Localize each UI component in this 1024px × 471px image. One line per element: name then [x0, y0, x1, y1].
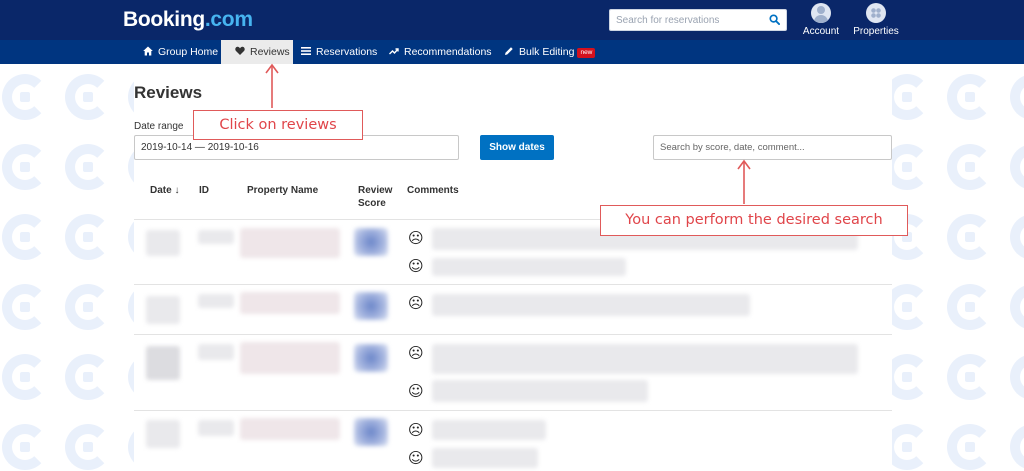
happy-face-icon: ☺ [408, 449, 424, 467]
watermark-logo-icon [2, 214, 48, 260]
show-dates-button[interactable]: Show dates [480, 135, 554, 160]
top-bar: Booking.com Account Properties [0, 0, 1024, 40]
redacted-negative-comment [432, 420, 546, 440]
sad-face-icon: ☹ [408, 294, 424, 312]
properties-icon [866, 3, 886, 23]
redacted-date [146, 346, 180, 380]
redacted-review-score [354, 228, 388, 256]
happy-face-icon: ☺ [408, 382, 424, 400]
column-header-property-name[interactable]: Property Name [247, 184, 318, 197]
new-badge: new [577, 48, 596, 58]
properties-label: Properties [853, 26, 899, 37]
review-search-input[interactable] [653, 135, 892, 160]
redacted-positive-comment [432, 258, 626, 276]
nav-label-recommendations: Recommendations [404, 46, 492, 58]
redacted-id [198, 344, 234, 360]
logo-suffix-text: .com [204, 8, 253, 31]
heart-icon [235, 46, 245, 55]
watermark-logo-icon [2, 354, 48, 400]
sad-face-icon: ☹ [408, 421, 424, 439]
redacted-date [146, 420, 180, 448]
account-menu[interactable]: Account [801, 3, 841, 37]
redacted-review-score [354, 418, 388, 446]
watermark-logo-icon [65, 424, 111, 470]
column-header-id[interactable]: ID [199, 184, 209, 197]
redacted-positive-comment [432, 448, 538, 468]
watermark-logo-icon [1010, 424, 1024, 470]
trend-icon [389, 48, 399, 55]
watermark-logo-icon [947, 74, 993, 120]
nav-label-reservations: Reservations [316, 46, 378, 58]
column-header-date[interactable]: Date ↓ [150, 184, 179, 197]
reviews-arrow-icon [265, 63, 279, 108]
account-label: Account [802, 26, 840, 37]
redacted-property-name [240, 228, 340, 258]
nav-item-group-home[interactable]: Group Home [129, 40, 221, 64]
search-callout: You can perform the desired search [600, 205, 908, 236]
redacted-date [146, 230, 180, 256]
redacted-negative-comment [432, 344, 858, 374]
booking-logo[interactable]: Booking.com [123, 8, 253, 32]
nav-item-reservations[interactable]: Reservations [287, 40, 381, 64]
watermark-logo-icon [1010, 354, 1024, 400]
nav-label-bulk-editing: Bulk Editing [519, 46, 575, 58]
watermark-logo-icon [2, 74, 48, 120]
redacted-date [146, 296, 180, 324]
pencil-icon [505, 47, 513, 55]
watermark-logo-icon [65, 144, 111, 190]
home-icon [143, 46, 153, 56]
watermark-logo-icon [2, 144, 48, 190]
search-icon[interactable] [769, 14, 780, 25]
nav-item-reviews[interactable]: Reviews [221, 40, 293, 64]
watermark-logo-icon [947, 354, 993, 400]
redacted-property-name [240, 292, 340, 314]
account-avatar-icon [811, 3, 831, 23]
redacted-negative-comment [432, 294, 750, 316]
reservation-search-box [609, 9, 787, 31]
page-title: Reviews [134, 83, 203, 102]
watermark-logo-icon [1010, 214, 1024, 260]
row-divider [134, 334, 892, 335]
redacted-id [198, 420, 234, 436]
sad-face-icon: ☹ [408, 229, 424, 247]
nav-label-group-home: Group Home [158, 46, 219, 58]
happy-face-icon: ☺ [408, 257, 424, 275]
watermark-logo-icon [65, 214, 111, 260]
main-nav: Group Home Reviews Reservations Recommen… [0, 40, 1024, 64]
column-header-comments[interactable]: Comments [407, 184, 459, 197]
column-header-review-score[interactable]: Review Score [358, 184, 398, 210]
reservation-search-input[interactable] [610, 10, 760, 31]
nav-label-reviews: Reviews [250, 46, 290, 58]
list-icon [301, 47, 311, 55]
watermark-logo-icon [65, 74, 111, 120]
watermark-logo-icon [65, 354, 111, 400]
watermark-logo-icon [947, 284, 993, 330]
row-divider [134, 410, 892, 411]
redacted-property-name [240, 418, 340, 440]
watermark-logo-icon [1010, 74, 1024, 120]
watermark-logo-icon [1010, 284, 1024, 330]
sad-face-icon: ☹ [408, 344, 424, 362]
redacted-review-score [354, 292, 388, 320]
redacted-id [198, 294, 234, 308]
watermark-logo-icon [947, 144, 993, 190]
redacted-id [198, 230, 234, 244]
redacted-positive-comment [432, 380, 648, 402]
date-range-label: Date range [134, 121, 184, 132]
nav-item-bulk-editing[interactable]: Bulk Editing new [490, 40, 600, 64]
properties-menu[interactable]: Properties [851, 3, 901, 37]
watermark-logo-icon [65, 284, 111, 330]
watermark-logo-icon [2, 284, 48, 330]
watermark-logo-icon [947, 424, 993, 470]
watermark-logo-icon [947, 214, 993, 260]
watermark-logo-icon [1010, 144, 1024, 190]
redacted-review-score [354, 344, 388, 372]
reviews-callout: Click on reviews [193, 110, 363, 140]
row-divider [134, 284, 892, 285]
watermark-logo-icon [2, 424, 48, 470]
redacted-property-name [240, 342, 340, 374]
search-arrow-icon [737, 159, 751, 204]
logo-main-text: Booking [123, 8, 205, 31]
nav-item-recommendations[interactable]: Recommendations [375, 40, 495, 64]
